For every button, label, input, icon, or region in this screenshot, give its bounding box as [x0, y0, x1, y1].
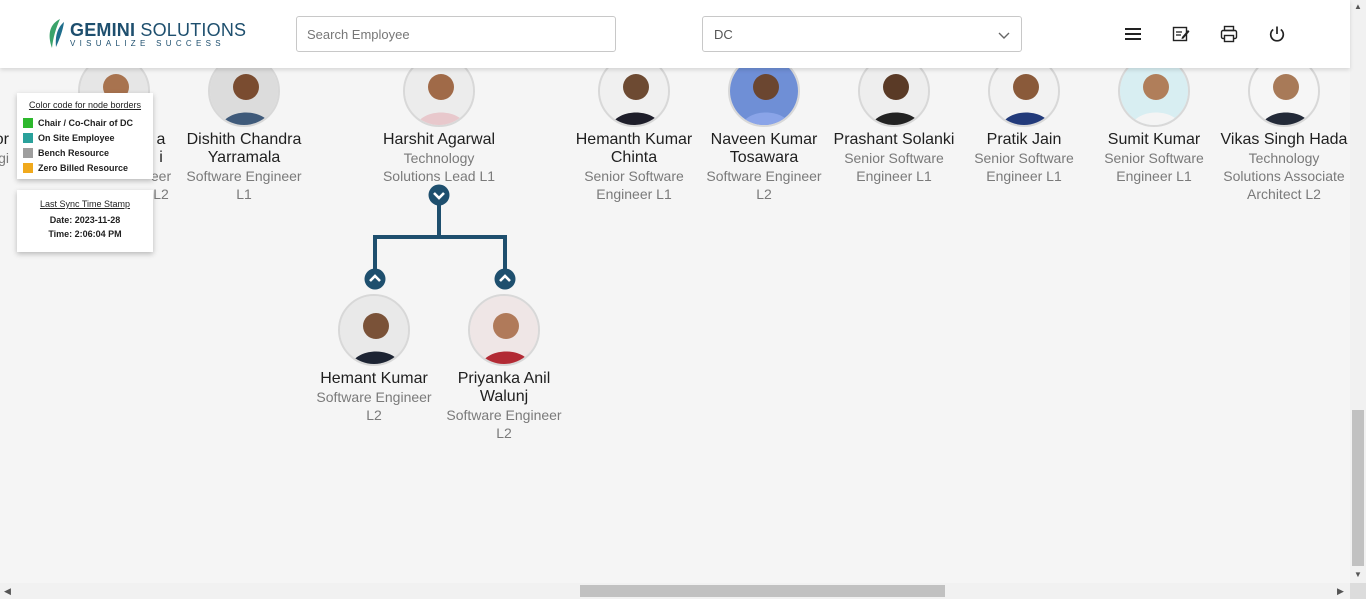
logo-main-rest: SOLUTIONS	[135, 19, 247, 40]
employee-title: ngi	[0, 150, 9, 166]
vertical-scrollbar[interactable]: ▲ ▼	[1350, 0, 1366, 583]
employee-title: Technology Solutions Lead L1	[382, 150, 496, 184]
employee-avatar	[598, 68, 670, 127]
employee-avatar	[403, 68, 475, 127]
employee-title: Senior Software Engineer L1	[974, 150, 1074, 184]
menu-icon[interactable]	[1123, 24, 1143, 44]
scroll-right-icon[interactable]: ▶	[1337, 586, 1344, 597]
employee-title: Software Engineer L2	[316, 389, 432, 423]
org-node-vikas[interactable]: Vikas Singh Hada Technology Solutions As…	[1219, 68, 1349, 203]
org-chart-canvas[interactable]: ror ngi a i eer L2 Dishith Chandra Yarra…	[0, 68, 1350, 583]
employee-title: Senior Software Engineer L1	[1104, 150, 1204, 184]
expand-parent-icon[interactable]	[364, 268, 386, 290]
employee-title: Senior Software Engineer L1	[584, 168, 684, 202]
employee-title: Software Engineer L2	[446, 407, 562, 441]
legend-swatch	[23, 147, 33, 158]
employee-name: ror	[0, 131, 9, 148]
legend-item: Chair / Co-Chair of DC	[23, 115, 147, 130]
legend-label: Chair / Co-Chair of DC	[38, 117, 134, 128]
org-node-hemant[interactable]: Hemant Kumar Software Engineer L2	[309, 294, 439, 424]
sync-title: Last Sync Time Stamp	[39, 199, 131, 209]
org-node-hemanth[interactable]: Hemanth Kumar Chinta Senior Software Eng…	[569, 68, 699, 203]
employee-title: Technology Solutions Associate Architect…	[1223, 150, 1345, 202]
department-select[interactable]: DC	[702, 16, 1022, 52]
sync-date: Date: 2023-11-28	[49, 215, 121, 225]
employee-name: Priyanka Anil Walunj	[457, 370, 551, 405]
scroll-down-icon[interactable]: ▼	[1354, 570, 1362, 579]
org-node-sumit[interactable]: Sumit Kumar Senior Software Engineer L1	[1089, 68, 1219, 185]
employee-name: Harshit Agarwal	[382, 131, 496, 148]
org-node-naveen[interactable]: Naveen Kumar Tosawara Software Engineer …	[699, 68, 829, 203]
legend-label: Zero Billed Resource	[38, 162, 129, 173]
employee-title: Software Engineer L2	[706, 168, 822, 202]
legend-item: Zero Billed Resource	[23, 160, 147, 175]
legend-title: Color code for node borders	[28, 100, 142, 110]
employee-name: Prashant Solanki	[833, 131, 955, 148]
employee-avatar	[858, 68, 930, 127]
employee-avatar	[338, 294, 410, 366]
employee-name: Naveen Kumar Tosawara	[710, 131, 818, 166]
expand-parent-icon[interactable]	[494, 268, 516, 290]
print-icon[interactable]	[1219, 24, 1239, 44]
scrollbar-corner	[1350, 583, 1366, 599]
company-logo[interactable]: GEMINI SOLUTIONS VISUALIZE SUCCESS	[46, 18, 246, 50]
employee-avatar	[1118, 68, 1190, 127]
employee-avatar	[1248, 68, 1320, 127]
employee-name: Dishith Chandra Yarramala	[186, 131, 302, 166]
sync-timestamp-panel: Last Sync Time Stamp Date: 2023-11-28 Ti…	[17, 190, 153, 252]
org-node-priyanka[interactable]: Priyanka Anil Walunj Software Engineer L…	[439, 294, 569, 442]
employee-avatar	[988, 68, 1060, 127]
top-bar: GEMINI SOLUTIONS VISUALIZE SUCCESS DC	[0, 0, 1350, 68]
org-node-harshit[interactable]: Harshit Agarwal Technology Solutions Lea…	[374, 68, 504, 185]
legend-label: Bench Resource	[38, 147, 110, 158]
legend-item: On Site Employee	[23, 130, 147, 145]
employee-name: Pratik Jain	[986, 131, 1062, 148]
org-node-pratik[interactable]: Pratik Jain Senior Software Engineer L1	[959, 68, 1089, 185]
department-select-value: DC	[714, 27, 733, 42]
legend-label: On Site Employee	[38, 132, 115, 143]
org-node-dishith[interactable]: Dishith Chandra Yarramala Software Engin…	[179, 68, 309, 203]
employee-avatar	[208, 68, 280, 127]
employee-name: Sumit Kumar	[1107, 131, 1201, 148]
horizontal-scrollbar[interactable]: ◀ ▶	[0, 583, 1350, 599]
edit-note-icon[interactable]	[1171, 24, 1191, 44]
employee-title: Software Engineer L1	[186, 168, 302, 202]
sync-time: Time: 2:06:04 PM	[48, 229, 122, 239]
org-node-prashant[interactable]: Prashant Solanki Senior Software Enginee…	[829, 68, 959, 185]
vertical-scroll-thumb[interactable]	[1352, 410, 1364, 566]
power-icon[interactable]	[1267, 24, 1287, 44]
search-employee-input[interactable]	[296, 16, 616, 52]
legend-swatch	[23, 117, 33, 128]
legend-item: Bench Resource	[23, 145, 147, 160]
logo-tagline: VISUALIZE SUCCESS	[70, 38, 225, 48]
employee-avatar	[728, 68, 800, 127]
org-node-partial-left[interactable]: ror ngi	[0, 68, 9, 167]
legend-swatch	[23, 162, 33, 173]
leaf-logo-icon	[49, 19, 64, 48]
logo-main-bold: GEMINI	[70, 19, 136, 40]
employee-name: Vikas Singh Hada	[1220, 131, 1348, 148]
scroll-up-icon[interactable]: ▲	[1354, 2, 1362, 11]
employee-name: Hemanth Kumar Chinta	[575, 131, 693, 166]
collapse-toggle-icon[interactable]	[428, 184, 450, 206]
chevron-down-icon	[998, 32, 1010, 39]
scroll-left-icon[interactable]: ◀	[4, 586, 11, 597]
legend-swatch	[23, 132, 33, 143]
employee-name: Hemant Kumar	[320, 370, 428, 387]
employee-title: Senior Software Engineer L1	[844, 150, 944, 184]
color-legend: Color code for node borders Chair / Co-C…	[17, 93, 153, 179]
horizontal-scroll-thumb[interactable]	[580, 585, 945, 597]
employee-avatar	[468, 294, 540, 366]
